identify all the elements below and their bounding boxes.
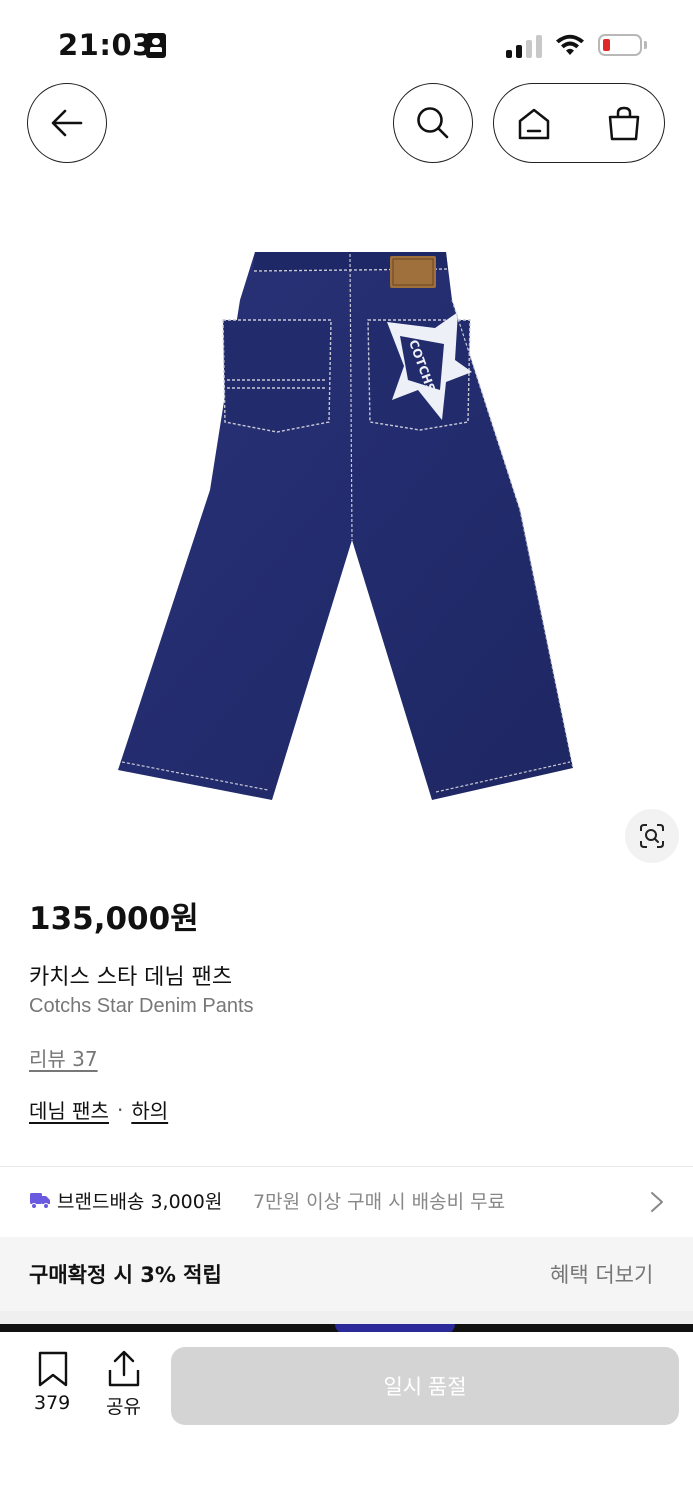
home-icon [518,108,550,140]
free-shipping-note: 7만원 이상 구매 시 배송비 무료 [253,1191,506,1213]
cellular-signal-icon [506,34,542,58]
share-label: 공유 [106,1396,141,1418]
shipping-fee-label: 브랜드배송 3,000원 [57,1191,223,1213]
product-price: 135,000원 [29,901,199,937]
wifi-icon [556,34,584,55]
category-link-bottoms[interactable]: 하의 [131,1095,168,1124]
category-breadcrumb: 데님 팬츠 · 하의 [29,1095,168,1124]
shopping-bag-icon [608,106,640,141]
product-image[interactable]: COTCHS [100,240,600,820]
purchase-reward-label: 구매확정 시 3% 적립 [29,1263,222,1287]
battery-low-icon [598,34,642,56]
sold-out-button[interactable]: 일시 품절 [171,1347,679,1425]
truck-icon [30,1193,50,1209]
review-link[interactable]: 리뷰 37 [29,1043,98,1072]
breadcrumb-separator: · [116,1097,124,1122]
chevron-right-icon[interactable] [648,1190,666,1214]
battery-tip [644,41,647,49]
cart-button[interactable] [602,102,646,146]
bookmark-icon[interactable] [37,1351,69,1387]
search-button[interactable] [393,83,473,163]
home-button[interactable] [512,102,556,146]
product-name-korean: 카치스 스타 데님 팬츠 [29,965,233,990]
product-name-english: Cotchs Star Denim Pants [29,995,254,1017]
arrow-left-icon [51,109,83,137]
category-link-denim-pants[interactable]: 데님 팬츠 [29,1095,109,1124]
more-benefits-link[interactable]: 혜택 더보기 [550,1259,653,1289]
battery-level [603,39,610,51]
home-cart-group [493,83,665,163]
status-bar: 21:03 [0,0,693,80]
id-card-icon [146,33,166,58]
visual-search-button[interactable] [625,809,679,863]
search-icon [417,107,449,139]
bookmark-count: 379 [34,1392,71,1414]
back-button[interactable] [27,83,107,163]
status-time: 21:03 [58,28,153,62]
visual-search-icon [640,824,664,848]
share-icon[interactable] [107,1350,141,1388]
